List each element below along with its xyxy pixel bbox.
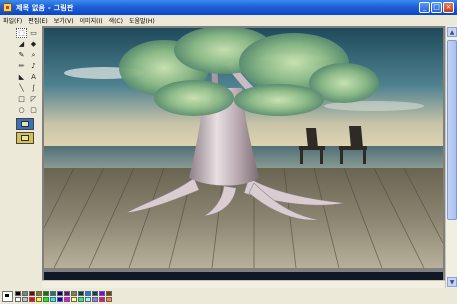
color-swatch[interactable] [57,291,63,296]
brush-icon[interactable]: ♪ [28,61,39,71]
canvas-area [42,26,445,288]
color-swatch[interactable] [106,297,112,302]
color-swatch[interactable] [78,297,84,302]
paint-app-icon[interactable] [3,3,12,12]
color-swatch[interactable] [85,297,91,302]
color-swatch[interactable] [71,291,77,296]
color-swatch[interactable] [15,297,21,302]
color-swatch[interactable] [64,291,70,296]
scroll-up-icon[interactable]: ▲ [447,27,457,37]
color-swatch[interactable] [29,297,35,302]
color-swatch[interactable] [78,291,84,296]
color-swatch[interactable] [50,291,56,296]
menu-colors[interactable]: 색(C) [109,16,123,25]
eraser-icon[interactable]: ◢ [16,39,27,49]
color-swatch[interactable] [92,291,98,296]
maximize-button[interactable]: □ [431,2,442,13]
close-button[interactable]: × [443,2,454,13]
tool-options-box[interactable] [16,118,34,130]
drawing-canvas[interactable] [44,28,443,268]
menu-bar: 파일(F) 편집(E) 보기(V) 이미지(I) 색(C) 도움말(H) [0,15,457,26]
magnifier-icon[interactable]: ⌕ [28,50,39,60]
toolbox: ⬚ ▭ ◢ ◆ ✎ ⌕ ✏ ♪ ◣ A ╲ ∫ □ ◸ ○ ▢ [0,26,42,288]
color-swatch[interactable] [106,291,112,296]
color-swatch[interactable] [99,291,105,296]
color-swatch[interactable] [57,297,63,302]
scroll-down-icon[interactable]: ▼ [447,277,457,287]
rounded-rect-icon[interactable]: ▢ [28,105,39,115]
color-picker-icon[interactable]: ✎ [16,50,27,60]
color-swatch[interactable] [22,291,28,296]
minimize-button[interactable]: _ [419,2,430,13]
polygon-icon[interactable]: ◸ [28,94,39,104]
menu-help[interactable]: 도움말(H) [129,16,155,25]
text-icon[interactable]: A [28,72,39,82]
menu-edit[interactable]: 편집(E) [28,16,48,25]
color-swatch[interactable] [71,297,77,302]
curve-icon[interactable]: ∫ [28,83,39,93]
color-swatch[interactable] [43,291,49,296]
color-swatch[interactable] [43,297,49,302]
pencil-icon[interactable]: ✏ [16,61,27,71]
airbrush-icon[interactable]: ◣ [16,72,27,82]
color-swatch[interactable] [92,297,98,302]
color-swatch[interactable] [29,291,35,296]
horizontal-scrollbar[interactable] [42,280,445,288]
fill-icon[interactable]: ◆ [28,39,39,49]
swatch-grid [15,291,112,302]
scroll-thumb[interactable] [447,40,457,220]
line-icon[interactable]: ╲ [16,83,27,93]
free-select-icon[interactable]: ⬚ [16,28,27,38]
vertical-scrollbar[interactable]: ▲ ▼ [445,26,457,288]
tool-grid: ⬚ ▭ ◢ ◆ ✎ ⌕ ✏ ♪ ◣ A ╲ ∫ □ ◸ ○ ▢ [16,28,40,115]
color-swatch[interactable] [15,291,21,296]
color-swatch[interactable] [85,291,91,296]
color-swatch[interactable] [99,297,105,302]
rect-select-icon[interactable]: ▭ [28,28,39,38]
paint-window: 제목 없음 - 그림판 _ □ × 파일(F) 편집(E) 보기(V) 이미지(… [0,0,457,304]
color-swatch[interactable] [50,297,56,302]
rectangle-icon[interactable]: □ [16,94,27,104]
ellipse-icon[interactable]: ○ [16,105,27,115]
current-colors[interactable] [2,291,13,302]
color-swatch[interactable] [64,297,70,302]
color-swatch[interactable] [36,297,42,302]
window-title: 제목 없음 - 그림판 [16,3,74,12]
color-swatch[interactable] [22,297,28,302]
color-swatch[interactable] [36,291,42,296]
color-palette [0,288,457,304]
menu-view[interactable]: 보기(V) [54,16,74,25]
title-bar[interactable]: 제목 없음 - 그림판 _ □ × [0,0,457,15]
tool-options-fill[interactable] [16,132,34,144]
menu-image[interactable]: 이미지(I) [80,16,103,25]
menu-file[interactable]: 파일(F) [3,16,22,25]
